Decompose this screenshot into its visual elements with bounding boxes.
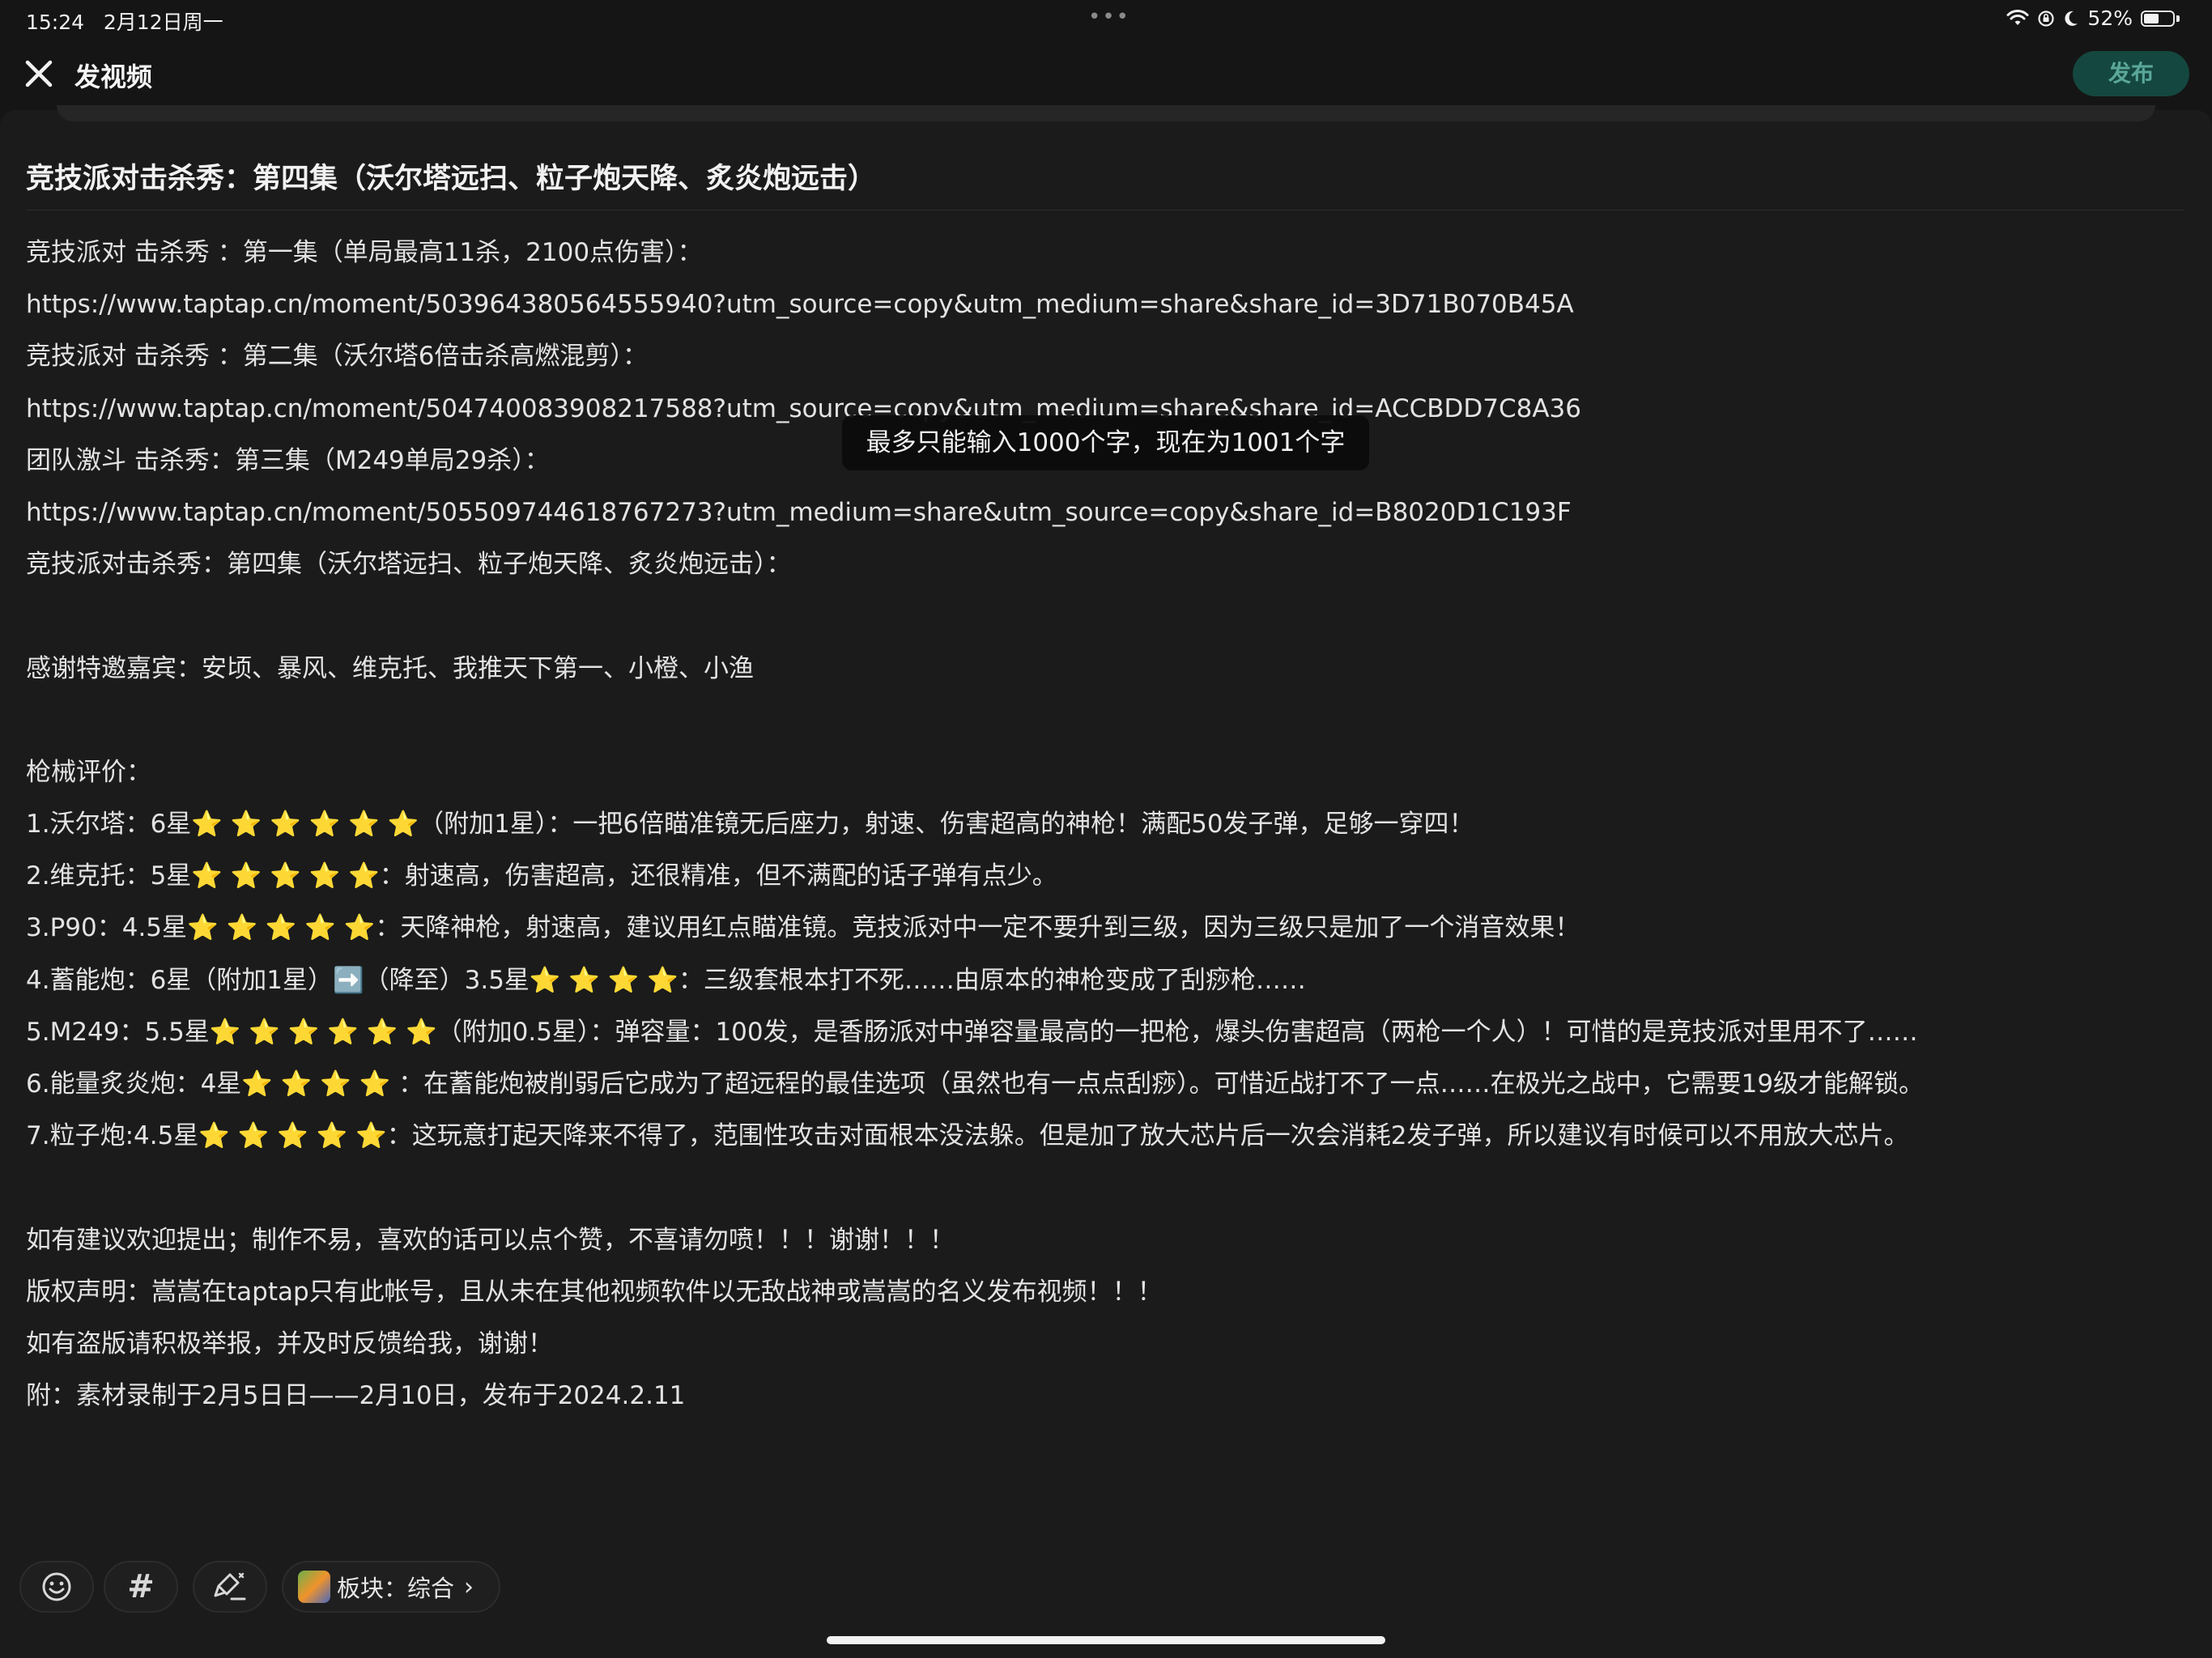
body-line: 5.M249：5.5星⭐️ ⭐️ ⭐️ ⭐️ ⭐️ ⭐️（附加0.5星）：弹容量… — [26, 1017, 1918, 1047]
body-line: 附：素材录制于2月5日日——2月10日，发布于2024.2.11 — [26, 1381, 686, 1411]
body-line: 1.沃尔塔：6星⭐️ ⭐️ ⭐️ ⭐️ ⭐️ ⭐️（附加1星）：一把6倍瞄准镜无… — [26, 810, 1474, 840]
wifi-icon — [2006, 9, 2029, 25]
body-line: 竞技派对 击杀秀 ：第二集（沃尔塔6倍击杀高燃混剪）： — [26, 342, 648, 372]
battery-fill — [2144, 13, 2159, 23]
body-line: 4.蓄能炮：6星（附加1星）➡️（降至）3.5星⭐️ ⭐️ ⭐️ ⭐️：三级套根… — [26, 965, 1306, 995]
status-indicators: 52% — [2006, 6, 2180, 30]
body-line: 如有建议欢迎提出；制作不易，喜欢的话可以点个赞，不喜请勿喷！！！谢谢！！！ — [26, 1225, 955, 1255]
body-line: 如有盗版请积极举报，并及时反馈给我，谢谢！ — [26, 1329, 553, 1358]
chevron-right-icon: › — [464, 1572, 474, 1601]
body-line: 2.维克托：5星⭐️ ⭐️ ⭐️ ⭐️ ⭐️：射速高，伤害超高，还很精准，但不满… — [26, 861, 1057, 891]
body-line: 枪械评价： — [26, 757, 151, 787]
page-title: 发视频 — [74, 62, 153, 92]
body-line: https://www.taptap.cn/moment/50550974461… — [26, 497, 1572, 527]
close-icon[interactable] — [23, 57, 55, 90]
battery-icon — [2141, 10, 2175, 27]
status-date: 2月12日周一 — [103, 11, 223, 34]
board-selector[interactable]: 板块：综合 › — [282, 1561, 500, 1613]
video-preview-strip — [57, 105, 2155, 121]
publish-button[interactable]: 发布 — [2073, 51, 2189, 96]
board-avatar — [298, 1571, 330, 1603]
clear-format-button[interactable] — [193, 1561, 267, 1613]
status-time-date: 15:24 2月12日周一 — [26, 6, 223, 36]
post-title-input[interactable]: 竞技派对击杀秀：第四集（沃尔塔远扫、粒子炮天降、炙炎炮远击） — [26, 155, 876, 197]
emoji-button[interactable] — [19, 1561, 94, 1613]
board-label: 板块：综合 — [337, 1575, 455, 1602]
hashtag-button[interactable]: # — [104, 1561, 178, 1613]
post-body-editor[interactable]: 竞技派对 击杀秀 ：第一集（单局最高11杀，2100点伤害）： https://w… — [26, 227, 2180, 1422]
battery-percent: 52% — [2087, 6, 2133, 30]
status-bar: 15:24 2月12日周一 ••• 52% — [0, 0, 2212, 40]
body-line: 3.P90：4.5星⭐️ ⭐️ ⭐️ ⭐️ ⭐️：天降神枪，射速高，建议用红点瞄… — [26, 913, 1580, 943]
body-line: 6.能量炙炎炮：4星⭐️ ⭐️ ⭐️ ⭐️ ：在蓄能炮被削弱后它成为了超远程的最… — [26, 1069, 1925, 1099]
body-line: 竞技派对 击杀秀 ：第一集（单局最高11杀，2100点伤害）： — [26, 238, 703, 267]
body-line: https://www.taptap.cn/moment/50396438056… — [26, 290, 1574, 320]
body-line: 7.粒子炮:4.5星⭐️ ⭐️ ⭐️ ⭐️ ⭐️：这玩意打起天降来不得了，范围性… — [26, 1121, 1909, 1151]
char-limit-toast: 最多只能输入1000个字，现在为1001个字 — [842, 415, 1369, 470]
body-line: 感谢特邀嘉宾：安顷、暴风、维克托、我推天下第一、小橙、小渔 — [26, 653, 754, 683]
status-time: 15:24 — [26, 11, 85, 34]
clear-format-icon — [214, 1572, 246, 1601]
home-indicator[interactable] — [827, 1636, 1385, 1644]
body-line: 竞技派对击杀秀：第四集（沃尔塔远扫、粒子炮天降、炙炎炮远击）： — [26, 550, 792, 580]
body-line: 版权声明：嵩嵩在taptap只有此帐号，且从未在其他视频软件以无敌战神或嵩嵩的名… — [26, 1277, 1163, 1307]
emoji-icon — [42, 1572, 71, 1601]
rotation-lock-icon — [2038, 10, 2055, 27]
multitasking-dots[interactable]: ••• — [1088, 5, 1130, 29]
hashtag-icon: # — [127, 1568, 155, 1605]
battery-nub — [2176, 15, 2180, 22]
moon-icon — [2065, 11, 2078, 26]
nav-bar: 发视频 发布 — [0, 45, 2212, 105]
